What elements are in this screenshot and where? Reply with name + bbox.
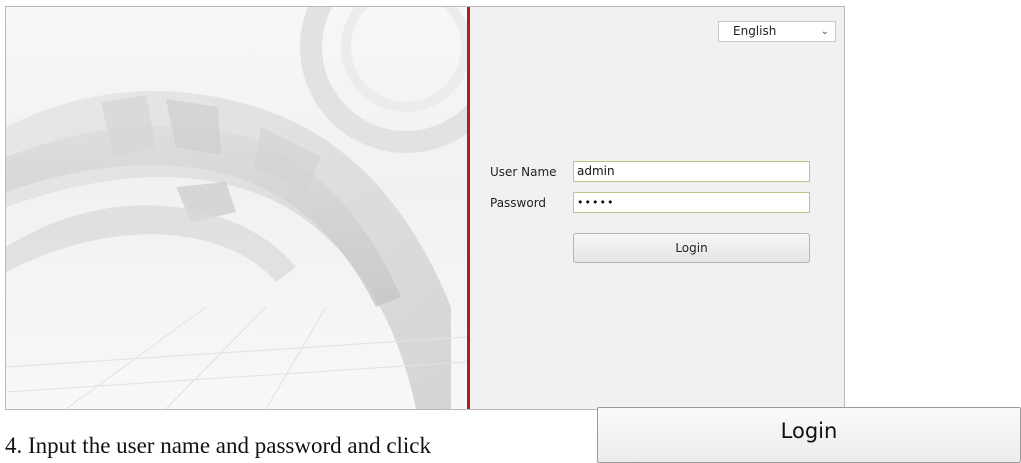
hero-graphic bbox=[6, 7, 467, 409]
login-button-callout: Login bbox=[597, 407, 1021, 463]
login-button[interactable]: Login bbox=[573, 233, 810, 263]
language-selected-value: English bbox=[733, 24, 777, 38]
language-select[interactable]: English ⌄ bbox=[718, 21, 836, 42]
instruction-text: 4. Input the user name and password and … bbox=[5, 433, 432, 458]
login-panel: English ⌄ User Name admin Password •••••… bbox=[470, 7, 844, 409]
password-field[interactable]: ••••• bbox=[573, 192, 810, 213]
chevron-down-icon: ⌄ bbox=[820, 26, 829, 37]
login-window: English ⌄ User Name admin Password •••••… bbox=[5, 6, 845, 410]
username-label: User Name bbox=[490, 165, 557, 179]
password-label: Password bbox=[490, 196, 547, 210]
decorative-arcs bbox=[6, 7, 467, 409]
username-field[interactable]: admin bbox=[573, 161, 810, 182]
